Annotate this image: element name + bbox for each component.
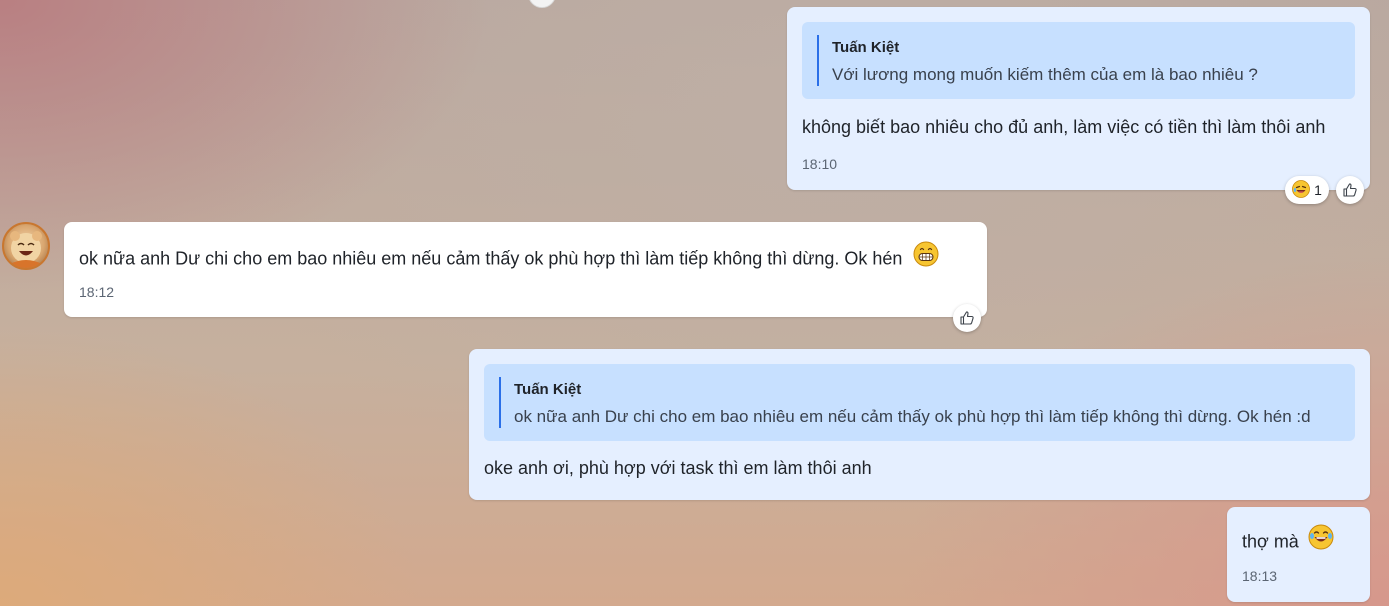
quoted-message[interactable]: Tuấn Kiệt ok nữa anh Dư chi cho em bao n… [484, 364, 1355, 441]
message-bubble-other[interactable]: ok nữa anh Dư chi cho em bao nhiêu em nế… [64, 222, 987, 317]
message-bubble-own[interactable]: Tuấn Kiệt ok nữa anh Dư chi cho em bao n… [469, 349, 1370, 500]
message-time: 18:12 [79, 284, 115, 300]
reaction-count: 1 [1314, 182, 1322, 198]
quote-text: ok nữa anh Dư chi cho em bao nhiêu em nế… [514, 407, 1311, 426]
scroll-top-indicator[interactable] [528, 0, 556, 8]
message-text: không biết bao nhiêu cho đủ anh, làm việ… [802, 117, 1326, 137]
message-bubble-own[interactable]: Tuấn Kiệt Với lương mong muốn kiếm thêm … [787, 7, 1370, 190]
message-time: 18:10 [802, 156, 838, 172]
quote-bar [817, 35, 819, 86]
like-button[interactable] [953, 304, 981, 332]
quote-bar [499, 377, 501, 428]
tears-of-joy-icon [1308, 524, 1334, 555]
message-time: 18:13 [1242, 568, 1278, 584]
grinning-face-icon [913, 241, 939, 272]
message-bubble-own[interactable]: thợ mà 18:13 [1227, 507, 1370, 602]
laughing-face-icon [1292, 179, 1310, 201]
message-text: ok nữa anh Dư chi cho em bao nhiêu em nế… [79, 241, 939, 275]
message-text: thợ mà [1242, 524, 1334, 558]
thumbs-up-icon [960, 311, 974, 325]
like-button[interactable] [1336, 176, 1364, 204]
avatar[interactable] [2, 222, 50, 270]
quote-author: Tuấn Kiệt [514, 381, 582, 398]
quote-author: Tuấn Kiệt [832, 39, 900, 56]
quote-text: Với lương mong muốn kiếm thêm của em là … [832, 65, 1258, 84]
thumbs-up-icon [1343, 183, 1357, 197]
quoted-message[interactable]: Tuấn Kiệt Với lương mong muốn kiếm thêm … [802, 22, 1355, 99]
message-text: oke anh ơi, phù hợp với task thì em làm … [484, 458, 872, 478]
reaction-badge[interactable]: 1 [1285, 176, 1329, 204]
